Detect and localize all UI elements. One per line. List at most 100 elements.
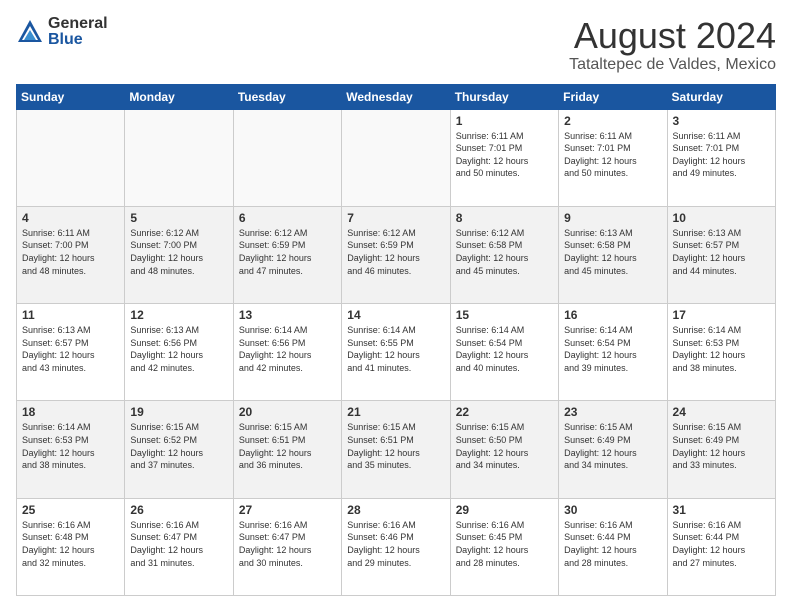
day-info: Sunrise: 6:14 AM Sunset: 6:53 PM Dayligh… <box>673 324 770 374</box>
subtitle: Tataltepec de Valdes, Mexico <box>569 56 776 74</box>
logo-icon <box>16 18 44 46</box>
day-info: Sunrise: 6:11 AM Sunset: 7:01 PM Dayligh… <box>456 130 553 180</box>
day-number: 3 <box>673 114 770 128</box>
header: General Blue August 2024 Tataltepec de V… <box>16 16 776 74</box>
day-number: 20 <box>239 405 336 419</box>
day-info: Sunrise: 6:16 AM Sunset: 6:44 PM Dayligh… <box>673 519 770 569</box>
day-number: 19 <box>130 405 227 419</box>
calendar-cell: 15 Sunrise: 6:14 AM Sunset: 6:54 PM Dayli… <box>450 304 558 401</box>
calendar: Sunday Monday Tuesday Wednesday Thursday… <box>16 84 776 596</box>
day-number: 15 <box>456 308 553 322</box>
header-saturday: Saturday <box>667 84 775 109</box>
day-info: Sunrise: 6:12 AM Sunset: 7:00 PM Dayligh… <box>130 227 227 277</box>
day-info: Sunrise: 6:14 AM Sunset: 6:55 PM Dayligh… <box>347 324 444 374</box>
day-info: Sunrise: 6:14 AM Sunset: 6:54 PM Dayligh… <box>456 324 553 374</box>
calendar-cell: 18Sunrise: 6:14 AM Sunset: 6:53 PM Dayli… <box>17 401 125 498</box>
day-number: 5 <box>130 211 227 225</box>
day-info: Sunrise: 6:16 AM Sunset: 6:44 PM Dayligh… <box>564 519 661 569</box>
calendar-week-4: 25 Sunrise: 6:16 AM Sunset: 6:48 PM Dayli… <box>17 498 776 595</box>
day-number: 10 <box>673 211 770 225</box>
day-number: 13 <box>239 308 336 322</box>
day-info: Sunrise: 6:16 AM Sunset: 6:47 PM Dayligh… <box>130 519 227 569</box>
header-wednesday: Wednesday <box>342 84 450 109</box>
logo-general-text: General <box>48 16 108 32</box>
day-number: 24 <box>673 405 770 419</box>
calendar-cell: 10 Sunrise: 6:13 AM Sunset: 6:57 PM Dayli… <box>667 206 775 303</box>
day-number: 29 <box>456 503 553 517</box>
day-info: Sunrise: 6:13 AM Sunset: 6:57 PM Dayligh… <box>673 227 770 277</box>
calendar-cell: 7 Sunrise: 6:12 AM Sunset: 6:59 PM Daylig… <box>342 206 450 303</box>
day-info: Sunrise: 6:15 AM Sunset: 6:50 PM Dayligh… <box>456 421 553 471</box>
calendar-cell: 17 Sunrise: 6:14 AM Sunset: 6:53 PM Dayli… <box>667 304 775 401</box>
calendar-cell: 14 Sunrise: 6:14 AM Sunset: 6:55 PM Dayli… <box>342 304 450 401</box>
day-number: 7 <box>347 211 444 225</box>
header-monday: Monday <box>125 84 233 109</box>
calendar-cell: 8 Sunrise: 6:12 AM Sunset: 6:58 PM Daylig… <box>450 206 558 303</box>
day-number: 9 <box>564 211 661 225</box>
calendar-cell: 28 Sunrise: 6:16 AM Sunset: 6:46 PM Dayli… <box>342 498 450 595</box>
day-info: Sunrise: 6:15 AM Sunset: 6:52 PM Dayligh… <box>130 421 227 471</box>
day-number: 21 <box>347 405 444 419</box>
logo-text: General Blue <box>48 16 108 48</box>
calendar-cell: 4 Sunrise: 6:11 AM Sunset: 7:00 PM Daylig… <box>17 206 125 303</box>
day-info: Sunrise: 6:16 AM Sunset: 6:45 PM Dayligh… <box>456 519 553 569</box>
calendar-cell <box>233 109 341 206</box>
day-info: Sunrise: 6:14 AM Sunset: 6:56 PM Dayligh… <box>239 324 336 374</box>
day-number: 2 <box>564 114 661 128</box>
day-info: Sunrise: 6:15 AM Sunset: 6:49 PM Dayligh… <box>673 421 770 471</box>
calendar-cell: 19 Sunrise: 6:15 AM Sunset: 6:52 PM Dayli… <box>125 401 233 498</box>
calendar-cell: 13 Sunrise: 6:14 AM Sunset: 6:56 PM Dayli… <box>233 304 341 401</box>
day-number: 14 <box>347 308 444 322</box>
day-info: Sunrise: 6:12 AM Sunset: 6:58 PM Dayligh… <box>456 227 553 277</box>
calendar-cell: 1Sunrise: 6:11 AM Sunset: 7:01 PM Daylig… <box>450 109 558 206</box>
calendar-cell: 5 Sunrise: 6:12 AM Sunset: 7:00 PM Daylig… <box>125 206 233 303</box>
day-number: 23 <box>564 405 661 419</box>
page: General Blue August 2024 Tataltepec de V… <box>0 0 792 612</box>
header-sunday: Sunday <box>17 84 125 109</box>
day-info: Sunrise: 6:11 AM Sunset: 7:00 PM Dayligh… <box>22 227 119 277</box>
calendar-header-row: Sunday Monday Tuesday Wednesday Thursday… <box>17 84 776 109</box>
day-number: 22 <box>456 405 553 419</box>
calendar-cell: 21Sunrise: 6:15 AM Sunset: 6:51 PM Dayli… <box>342 401 450 498</box>
header-thursday: Thursday <box>450 84 558 109</box>
calendar-cell <box>17 109 125 206</box>
calendar-cell: 29 Sunrise: 6:16 AM Sunset: 6:45 PM Dayli… <box>450 498 558 595</box>
day-info: Sunrise: 6:16 AM Sunset: 6:48 PM Dayligh… <box>22 519 119 569</box>
day-number: 27 <box>239 503 336 517</box>
calendar-cell: 9 Sunrise: 6:13 AM Sunset: 6:58 PM Daylig… <box>559 206 667 303</box>
day-number: 17 <box>673 308 770 322</box>
day-info: Sunrise: 6:13 AM Sunset: 6:58 PM Dayligh… <box>564 227 661 277</box>
day-number: 28 <box>347 503 444 517</box>
day-info: Sunrise: 6:12 AM Sunset: 6:59 PM Dayligh… <box>347 227 444 277</box>
calendar-week-1: 4 Sunrise: 6:11 AM Sunset: 7:00 PM Daylig… <box>17 206 776 303</box>
day-number: 25 <box>22 503 119 517</box>
day-info: Sunrise: 6:13 AM Sunset: 6:56 PM Dayligh… <box>130 324 227 374</box>
day-info: Sunrise: 6:12 AM Sunset: 6:59 PM Dayligh… <box>239 227 336 277</box>
calendar-cell: 27Sunrise: 6:16 AM Sunset: 6:47 PM Dayli… <box>233 498 341 595</box>
day-info: Sunrise: 6:15 AM Sunset: 6:49 PM Dayligh… <box>564 421 661 471</box>
calendar-cell: 3Sunrise: 6:11 AM Sunset: 7:01 PM Daylig… <box>667 109 775 206</box>
calendar-week-0: 1Sunrise: 6:11 AM Sunset: 7:01 PM Daylig… <box>17 109 776 206</box>
day-number: 8 <box>456 211 553 225</box>
day-number: 31 <box>673 503 770 517</box>
day-number: 12 <box>130 308 227 322</box>
calendar-cell: 31 Sunrise: 6:16 AM Sunset: 6:44 PM Dayli… <box>667 498 775 595</box>
calendar-cell: 12 Sunrise: 6:13 AM Sunset: 6:56 PM Dayli… <box>125 304 233 401</box>
header-friday: Friday <box>559 84 667 109</box>
calendar-week-2: 11Sunrise: 6:13 AM Sunset: 6:57 PM Dayli… <box>17 304 776 401</box>
day-number: 30 <box>564 503 661 517</box>
calendar-cell: 16Sunrise: 6:14 AM Sunset: 6:54 PM Dayli… <box>559 304 667 401</box>
calendar-cell <box>342 109 450 206</box>
calendar-cell <box>125 109 233 206</box>
calendar-cell: 22 Sunrise: 6:15 AM Sunset: 6:50 PM Dayli… <box>450 401 558 498</box>
day-number: 6 <box>239 211 336 225</box>
day-info: Sunrise: 6:15 AM Sunset: 6:51 PM Dayligh… <box>239 421 336 471</box>
logo: General Blue <box>16 16 108 48</box>
header-tuesday: Tuesday <box>233 84 341 109</box>
day-number: 4 <box>22 211 119 225</box>
calendar-cell: 11Sunrise: 6:13 AM Sunset: 6:57 PM Dayli… <box>17 304 125 401</box>
logo-blue-text: Blue <box>48 32 108 48</box>
day-info: Sunrise: 6:16 AM Sunset: 6:46 PM Dayligh… <box>347 519 444 569</box>
day-number: 18 <box>22 405 119 419</box>
calendar-cell: 26Sunrise: 6:16 AM Sunset: 6:47 PM Dayli… <box>125 498 233 595</box>
